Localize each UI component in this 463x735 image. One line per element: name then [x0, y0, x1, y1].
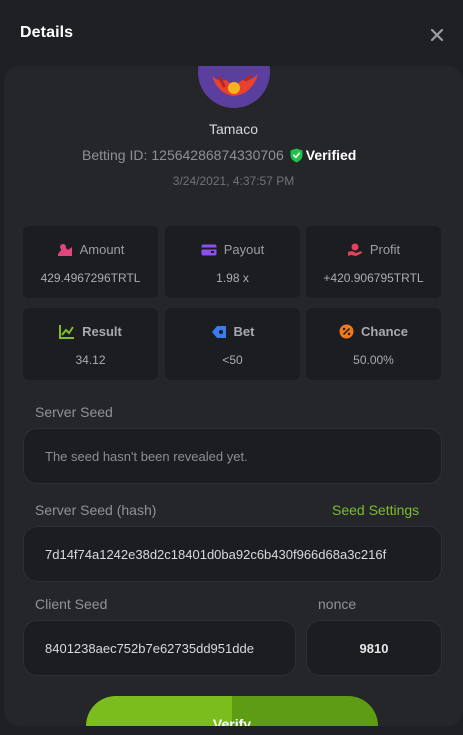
stat-profit-value: +420.906795TRTL — [323, 271, 424, 285]
stat-result: Result 34.12 — [23, 308, 158, 380]
stat-profit-label: Profit — [369, 242, 401, 257]
verify-button[interactable]: Verify — [86, 696, 378, 726]
stat-chance-label: Chance — [361, 324, 408, 339]
details-modal: Details Tamaco Betting ID: 1256428687433… — [0, 0, 463, 735]
betting-id-row: Betting ID: 12564286874330706 Verified — [82, 147, 356, 163]
server-seed-field[interactable]: The seed hasn't been revealed yet. — [23, 428, 442, 484]
stat-result-label: Result — [82, 324, 122, 339]
nonce-input[interactable]: 9810 — [306, 620, 442, 676]
verified-badge: Verified — [290, 147, 357, 163]
chart-icon — [59, 325, 75, 339]
client-seed-input[interactable]: 8401238aec752b7e62735dd951dde — [23, 620, 296, 676]
stat-amount-label: Amount — [79, 242, 125, 257]
player-name: Tamaco — [208, 121, 259, 137]
betting-id-label: Betting ID: — [82, 147, 148, 163]
stat-result-value: 34.12 — [75, 353, 106, 367]
server-seed-hash-label: Server Seed (hash) — [35, 502, 157, 518]
details-panel: Tamaco Betting ID: 12564286874330706 Ver… — [4, 66, 463, 726]
betting-id-value: 12564286874330706 — [151, 147, 284, 163]
nonce-label: nonce — [318, 596, 357, 612]
shield-check-icon — [290, 148, 303, 162]
modal-header: Details — [0, 0, 463, 68]
modal-title: Details — [20, 24, 74, 41]
server-seed-label: Server Seed — [35, 404, 113, 420]
percent-icon — [339, 324, 354, 339]
stat-chance: Chance 50.00% — [306, 308, 441, 380]
verified-label: Verified — [305, 147, 357, 163]
stat-amount: Amount 429.4967296TRTL — [23, 226, 158, 298]
coins-icon — [57, 243, 72, 256]
stat-amount-value: 429.4967296TRTL — [40, 271, 141, 285]
stat-bet-value: <50 — [222, 353, 243, 367]
hand-coin-icon — [347, 243, 362, 256]
stat-bet-label: Bet — [233, 324, 255, 339]
client-seed-label: Client Seed — [35, 596, 108, 612]
stat-payout-label: Payout — [223, 242, 265, 257]
server-seed-hash-field[interactable]: 7d14f74a1242e38d2c18401d0ba92c6b430f966d… — [23, 526, 442, 582]
wallet-icon — [201, 244, 217, 255]
tag-icon — [211, 325, 226, 338]
stat-payout: Payout 1.98 x — [165, 226, 300, 298]
stat-chance-value: 50.00% — [353, 353, 394, 367]
bet-timestamp: 3/24/2021, 4:37:57 PM — [172, 174, 295, 188]
seed-settings-link[interactable]: Seed Settings — [332, 502, 419, 518]
close-icon[interactable] — [426, 24, 448, 46]
avatar — [198, 66, 270, 108]
stat-profit: Profit +420.906795TRTL — [306, 226, 441, 298]
stat-bet: Bet <50 — [165, 308, 300, 380]
stat-payout-value: 1.98 x — [216, 271, 249, 285]
